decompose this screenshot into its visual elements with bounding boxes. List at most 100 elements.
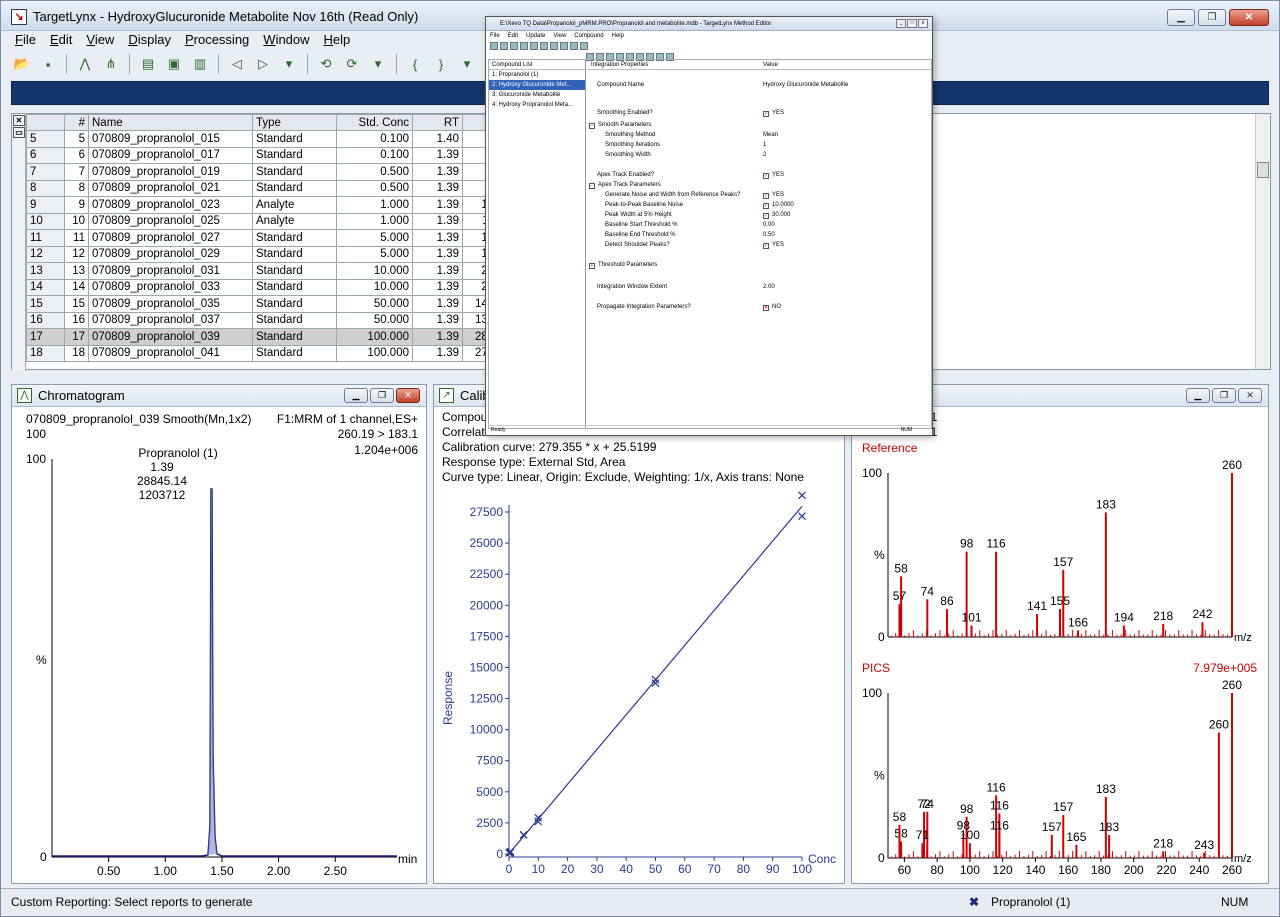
ed-menu-edit[interactable]: Edit — [508, 31, 518, 41]
property-row[interactable]: Smoothing Method Mean — [587, 130, 931, 140]
maximize-button[interactable]: ❐ — [1198, 9, 1226, 26]
export-icon[interactable]: ▥ — [189, 53, 211, 75]
table-row[interactable]: 9 9 070809_propranolol_023 Analyte 1.000 1.39… — [26, 196, 527, 214]
property-row[interactable]: Apex Track Enabled? ✓ YES — [587, 170, 931, 180]
editor-minimize-button[interactable]: _ — [896, 19, 906, 28]
compound-item-selected[interactable]: 2: Hydroxy Glucuronide Met... — [489, 80, 585, 90]
spectrum-plot[interactable]: Reference PICS 7.979e+005 100% 0 m/z 57 58 74… — [852, 440, 1268, 883]
table-row[interactable]: 16 16 070809_propranolol_037 Standard 50.000… — [26, 311, 527, 329]
grid-options-icon[interactable]: ▭ — [13, 127, 25, 138]
table-row[interactable]: 13 13 070809_propranolol_031 Standard 10.000… — [26, 262, 527, 280]
property-checkbox[interactable]: ✓ — [763, 203, 769, 209]
property-checkbox[interactable]: ✓ — [763, 173, 769, 179]
collapse-icon[interactable]: − — [589, 183, 595, 189]
spec-minimize-button[interactable]: ▁ — [1186, 388, 1210, 403]
editor-titlebar[interactable]: E:\Xevo TQ Data\Propanolol_pMRM.PRO\Prop… — [486, 17, 932, 31]
ed-open-icon[interactable] — [500, 42, 508, 50]
bracket-right-icon[interactable]: } — [430, 53, 452, 75]
ed-menu-compound[interactable]: Compound — [574, 31, 603, 41]
prev-sample-icon[interactable]: ◁ — [226, 53, 248, 75]
calibration-plot[interactable]: Response Conc 0 2500 5000 7500 10000 12500 150… — [434, 485, 844, 883]
ed-view-icon[interactable] — [570, 42, 578, 50]
ed-grid-icon[interactable] — [580, 42, 588, 50]
property-row[interactable]: + Threshold Parameters — [587, 260, 931, 270]
method-editor-window[interactable]: E:\Xevo TQ Data\Propanolol_pMRM.PRO\Prop… — [485, 16, 933, 436]
bracket-left-icon[interactable]: { — [404, 53, 426, 75]
property-row[interactable]: Generate Noise and Width from Reference … — [587, 190, 931, 200]
chrom-close-button[interactable]: ✕ — [396, 388, 420, 403]
menu-processing[interactable]: Processing — [185, 31, 249, 49]
editor-close-button[interactable]: x — [918, 19, 928, 28]
print-icon[interactable]: ▣ — [163, 53, 185, 75]
property-row[interactable]: Smoothing Enabled? ✓ YES — [587, 108, 931, 118]
compound-prev-icon[interactable]: ⟲ — [315, 53, 337, 75]
property-row[interactable]: Compound Name Hydroxy Glucuronide Metabol… — [587, 80, 931, 90]
ed-save-icon[interactable] — [510, 42, 518, 50]
table-row[interactable]: 15 15 070809_propranolol_035 Standard 50.000… — [26, 295, 527, 313]
property-row[interactable]: − Smooth Parameters — [587, 120, 931, 130]
compound-item[interactable]: 1: Propranolol (1) — [489, 70, 585, 80]
peak-list-icon[interactable]: ⋔ — [100, 53, 122, 75]
chrom-minimize-button[interactable]: ▁ — [344, 388, 368, 403]
col-name[interactable]: Name — [88, 114, 253, 131]
open-icon[interactable]: 📂 — [11, 53, 33, 75]
compound-next-icon[interactable]: ⟳ — [341, 53, 363, 75]
table-row[interactable]: 5 5 070809_propranolol_015 Standard 0.100 1.4… — [26, 130, 527, 148]
ed-new-icon[interactable] — [490, 42, 498, 50]
ed-redo-icon[interactable] — [540, 42, 548, 50]
save-icon[interactable]: ▪ — [37, 53, 59, 75]
compound-item[interactable]: 3: Glucuronide Metabolite — [489, 90, 585, 100]
close-button[interactable]: ✕ — [1229, 9, 1269, 26]
ed-menu-view[interactable]: View — [553, 31, 566, 41]
ed-menu-file[interactable]: File — [490, 31, 500, 41]
property-checkbox[interactable]: ✓ — [763, 193, 769, 199]
compound-item[interactable]: 4: Hydroxy Propranolol Meta... — [489, 100, 585, 110]
col-index[interactable]: # — [64, 114, 89, 131]
ed-print-icon[interactable] — [520, 42, 528, 50]
property-row[interactable]: Propagate Integration Parameters? ✕ NO — [587, 302, 931, 312]
scroll-thumb[interactable] — [1257, 162, 1269, 178]
menu-display[interactable]: Display — [128, 31, 171, 49]
col-type[interactable]: Type — [252, 114, 337, 131]
table-row[interactable]: 14 14 070809_propranolol_033 Standard 10.000… — [26, 278, 527, 296]
table-row[interactable]: 11 11 070809_propranolol_027 Standard 5.000 1… — [26, 229, 527, 247]
ed-add-icon[interactable] — [550, 42, 558, 50]
close-grid-icon[interactable]: ✕ — [13, 115, 25, 126]
property-checkbox[interactable]: ✓ — [763, 111, 769, 117]
minimize-button[interactable]: ▁ — [1167, 9, 1195, 26]
table-row[interactable]: 17 17 070809_propranolol_039 Standard 100.00… — [26, 328, 527, 346]
table-row[interactable]: 10 10 070809_propranolol_025 Analyte 1.000 1.… — [26, 212, 527, 230]
menu-edit[interactable]: Edit — [50, 31, 72, 49]
table-row[interactable]: 7 7 070809_propranolol_019 Standard 0.500 1.3… — [26, 163, 527, 181]
property-row[interactable]: Peak-to-Peak Baseline Noise ✓ 10.0000 — [587, 200, 931, 210]
property-row[interactable]: Smoothing Iterations 1 — [587, 140, 931, 150]
expand-icon[interactable]: + — [589, 263, 595, 269]
chromatogram-titlebar[interactable]: ⋀ Chromatogram ▁ ❐ ✕ — [12, 385, 426, 407]
chrom-restore-button[interactable]: ❐ — [370, 388, 394, 403]
col-rt[interactable]: RT — [412, 114, 463, 131]
table-row[interactable]: 6 6 070809_propranolol_017 Standard 0.100 1.3… — [26, 146, 527, 164]
property-row[interactable]: Baseline Start Threshold % 0.00 — [587, 220, 931, 230]
peak-icon[interactable]: ⋀ — [74, 53, 96, 75]
ed-undo-icon[interactable] — [530, 42, 538, 50]
collapse-icon[interactable]: − — [589, 123, 595, 129]
menu-help[interactable]: Help — [324, 31, 351, 49]
chromatogram-plot[interactable]: 100 % 0 min 0.50 1.00 1.50 2.00 2.50 Propran… — [12, 445, 426, 883]
ed-menu-help[interactable]: Help — [612, 31, 624, 41]
editor-maximize-button[interactable]: □ — [907, 19, 917, 28]
property-checkbox[interactable]: ✓ — [763, 213, 769, 219]
ed-remove-icon[interactable] — [560, 42, 568, 50]
property-row[interactable]: Peak Width at 5% Height ✓ 30.000 — [587, 210, 931, 220]
property-row[interactable]: Baseline End Threshold % 0.50 — [587, 230, 931, 240]
report-icon[interactable]: ▤ — [137, 53, 159, 75]
dropdown2-icon[interactable]: ▾ — [367, 53, 389, 75]
col-std-conc[interactable]: Std. Conc — [336, 114, 413, 131]
ed-menu-update[interactable]: Update — [526, 31, 545, 41]
dropdown-icon[interactable]: ▾ — [278, 53, 300, 75]
table-row[interactable]: 12 12 070809_propranolol_029 Standard 5.000 1… — [26, 245, 527, 263]
property-row[interactable]: − Apex Track Parameters — [587, 180, 931, 190]
menu-view[interactable]: View — [86, 31, 114, 49]
menu-window[interactable]: Window — [263, 31, 309, 49]
property-checkbox[interactable]: ✕ — [763, 305, 769, 311]
dropdown3-icon[interactable]: ▾ — [456, 53, 478, 75]
